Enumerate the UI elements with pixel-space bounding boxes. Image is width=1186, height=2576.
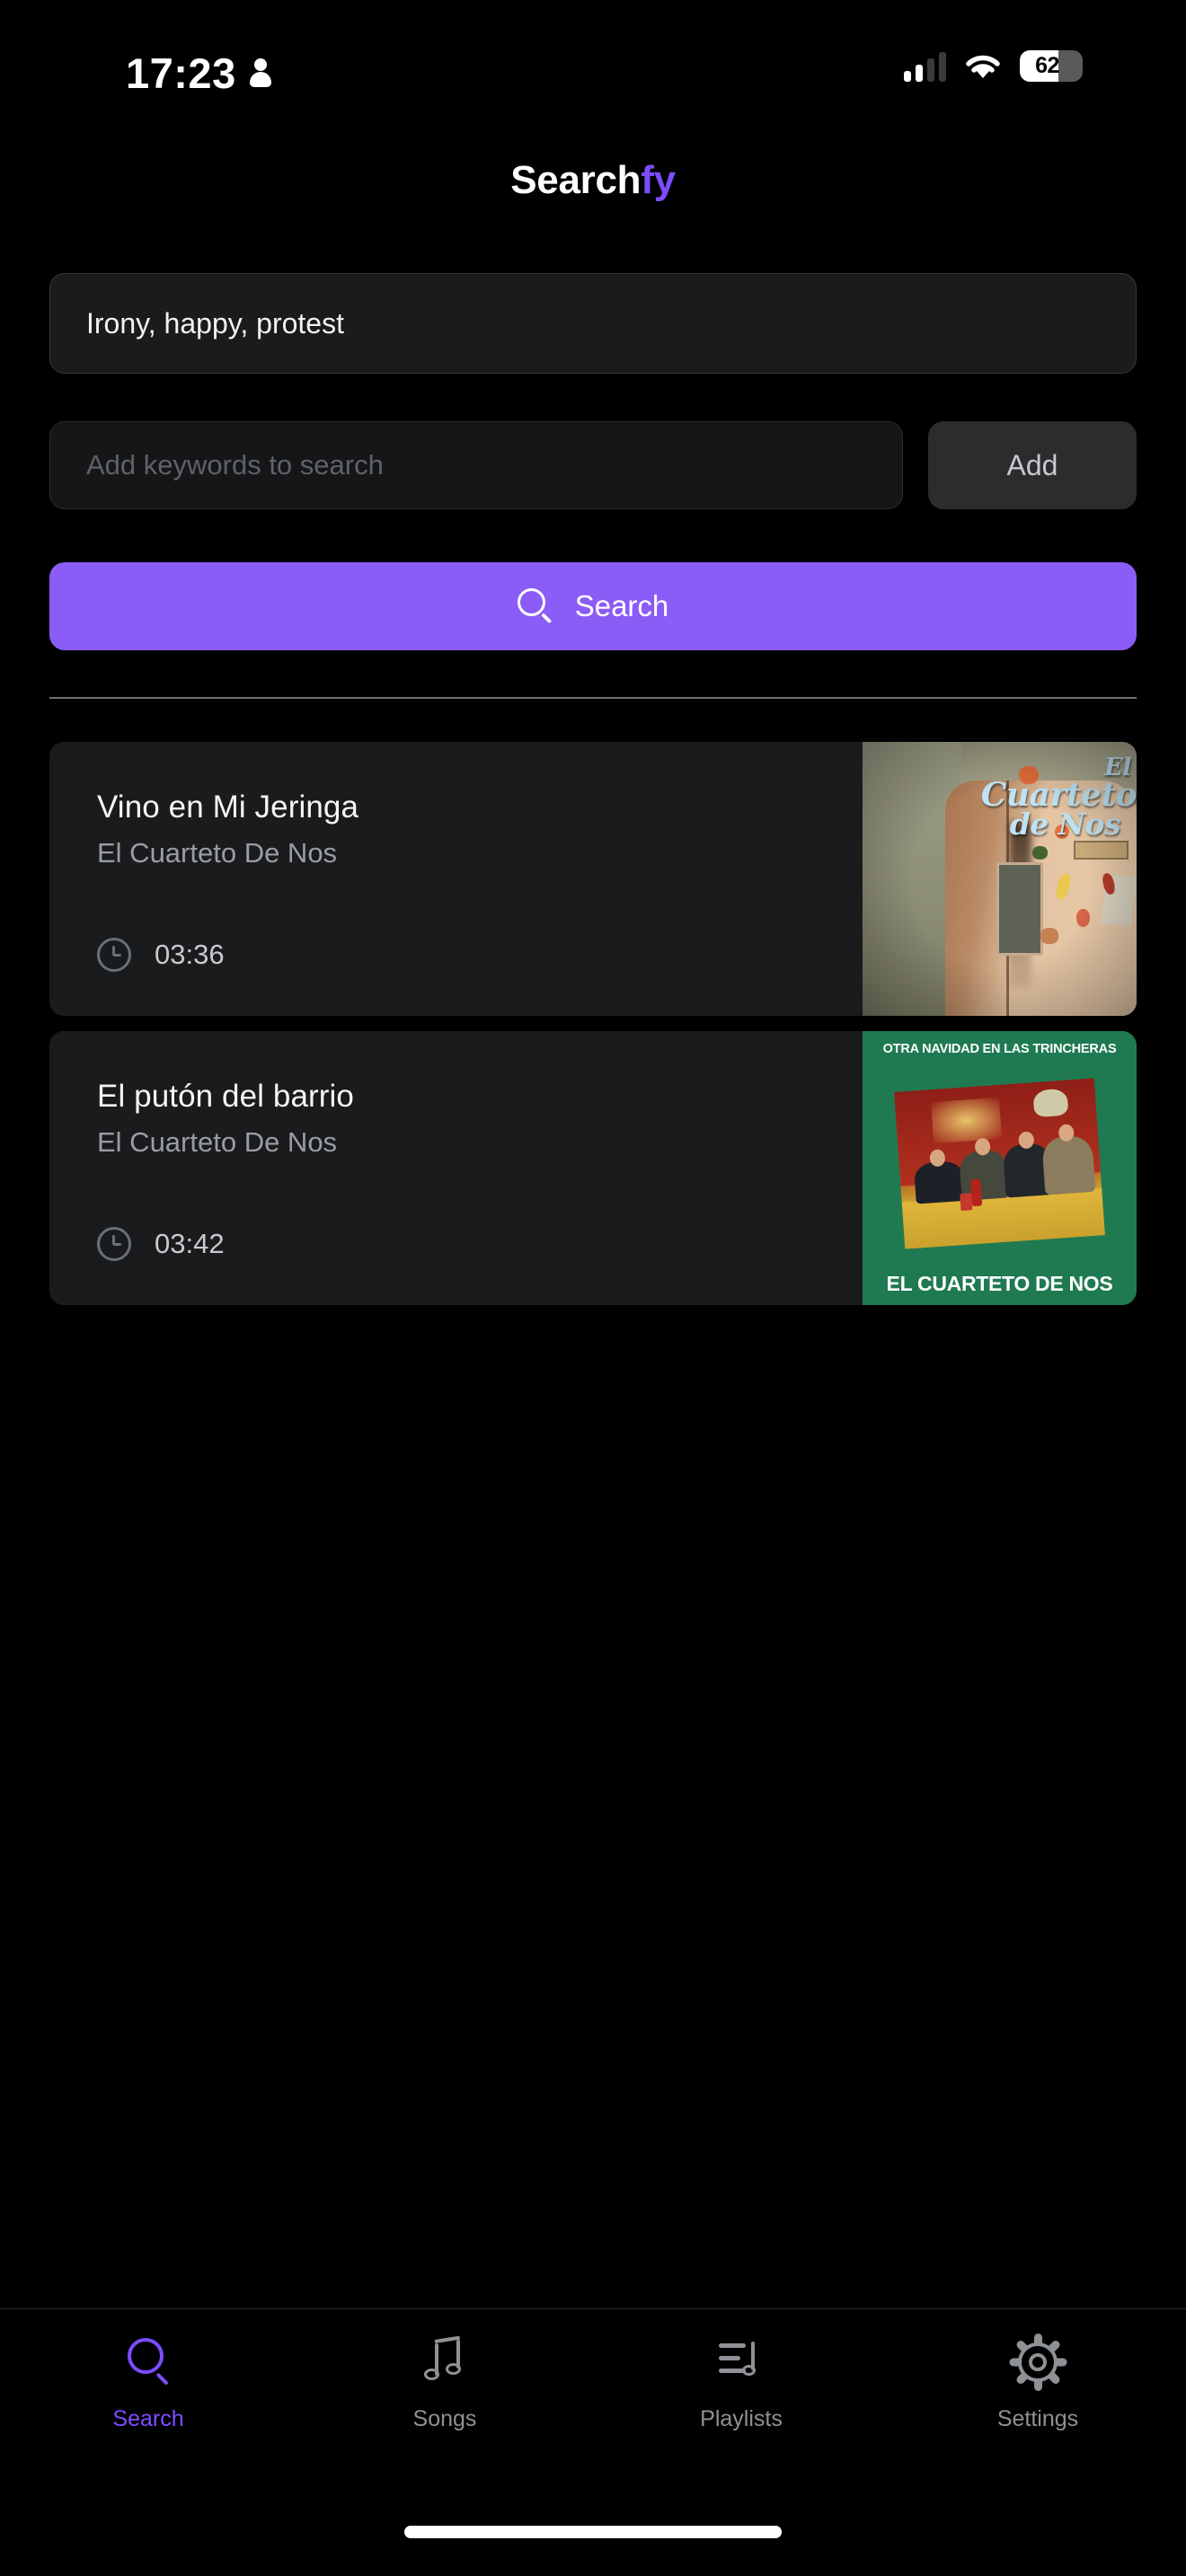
result-card[interactable]: Vino en Mi Jeringa El Cuarteto De Nos 03… bbox=[49, 742, 1137, 1016]
wifi-icon bbox=[963, 51, 1003, 82]
magnifier-icon bbox=[122, 2336, 174, 2388]
app-title-primary: Search bbox=[510, 158, 642, 202]
battery-percent: 62 bbox=[1035, 53, 1059, 78]
track-duration-row: 03:36 bbox=[97, 938, 225, 972]
search-button[interactable]: Search bbox=[49, 562, 1137, 650]
album-art: El Cuarteto de Nos bbox=[863, 742, 1137, 1016]
home-indicator[interactable] bbox=[404, 2526, 782, 2538]
status-time: 17:23 bbox=[126, 49, 236, 97]
album-art-artist: EL CUARTETO DE NOS bbox=[886, 1271, 1113, 1295]
tab-playlists[interactable]: Playlists bbox=[593, 2336, 890, 2432]
tab-label-songs: Songs bbox=[412, 2406, 477, 2431]
search-button-label: Search bbox=[574, 589, 669, 622]
tab-settings[interactable]: Settings bbox=[890, 2333, 1186, 2432]
tab-label-search: Search bbox=[112, 2406, 184, 2431]
cellular-signal-icon bbox=[904, 51, 946, 82]
gear-icon bbox=[1009, 2333, 1067, 2391]
result-info: Vino en Mi Jeringa El Cuarteto De Nos 03… bbox=[49, 742, 863, 1016]
home-indicator-area bbox=[0, 2488, 1186, 2576]
add-keyword-button[interactable]: Add bbox=[928, 421, 1137, 509]
track-duration: 03:36 bbox=[155, 939, 225, 970]
main-content: Irony, happy, protest Add Search Vino en… bbox=[0, 203, 1186, 1305]
album-art-title: OTRA NAVIDAD EN LAS TRINCHERAS bbox=[882, 1042, 1117, 1056]
section-divider bbox=[49, 697, 1137, 699]
battery-icon: 62 bbox=[1020, 50, 1083, 82]
tab-label-playlists: Playlists bbox=[700, 2406, 783, 2431]
keyword-entry-row: Add bbox=[49, 421, 1137, 509]
tab-label-settings: Settings bbox=[996, 2406, 1079, 2431]
music-note-icon bbox=[419, 2335, 471, 2388]
album-art: OTRA NAVIDAD EN LAS TRINCHERAS EL CUARTE… bbox=[863, 1031, 1137, 1305]
playlist-icon bbox=[715, 2336, 767, 2388]
keywords-display[interactable]: Irony, happy, protest bbox=[49, 273, 1137, 374]
bottom-tab-bar: Search Songs Playlists Settings bbox=[0, 2308, 1186, 2488]
search-input[interactable] bbox=[49, 421, 903, 509]
track-duration-row: 03:42 bbox=[97, 1227, 225, 1261]
status-bar-right: 62 bbox=[904, 50, 1083, 82]
tab-songs[interactable]: Songs bbox=[296, 2335, 593, 2432]
result-card[interactable]: El putón del barrio El Cuarteto De Nos 0… bbox=[49, 1031, 1137, 1305]
tab-search[interactable]: Search bbox=[0, 2336, 296, 2432]
track-duration: 03:42 bbox=[155, 1228, 225, 1259]
result-info: El putón del barrio El Cuarteto De Nos 0… bbox=[49, 1031, 863, 1305]
app-title-accent: fy bbox=[641, 158, 676, 202]
page-title: Searchfy bbox=[0, 158, 1186, 203]
person-icon bbox=[249, 57, 272, 89]
keywords-value: Irony, happy, protest bbox=[86, 306, 344, 340]
app-screen: 17:23 62 Searchfy Irony, happy, protest … bbox=[0, 0, 1186, 2576]
search-results-list: Vino en Mi Jeringa El Cuarteto De Nos 03… bbox=[49, 742, 1137, 1305]
clock-icon bbox=[97, 1227, 131, 1261]
track-artist: El Cuarteto De Nos bbox=[97, 837, 338, 869]
status-bar: 17:23 62 bbox=[0, 0, 1186, 126]
track-title: Vino en Mi Jeringa bbox=[97, 790, 359, 825]
magnifier-icon bbox=[517, 588, 553, 624]
track-artist: El Cuarteto De Nos bbox=[97, 1126, 338, 1158]
clock-icon bbox=[97, 938, 131, 972]
status-bar-left: 17:23 bbox=[126, 52, 272, 94]
track-title: El putón del barrio bbox=[97, 1079, 354, 1114]
